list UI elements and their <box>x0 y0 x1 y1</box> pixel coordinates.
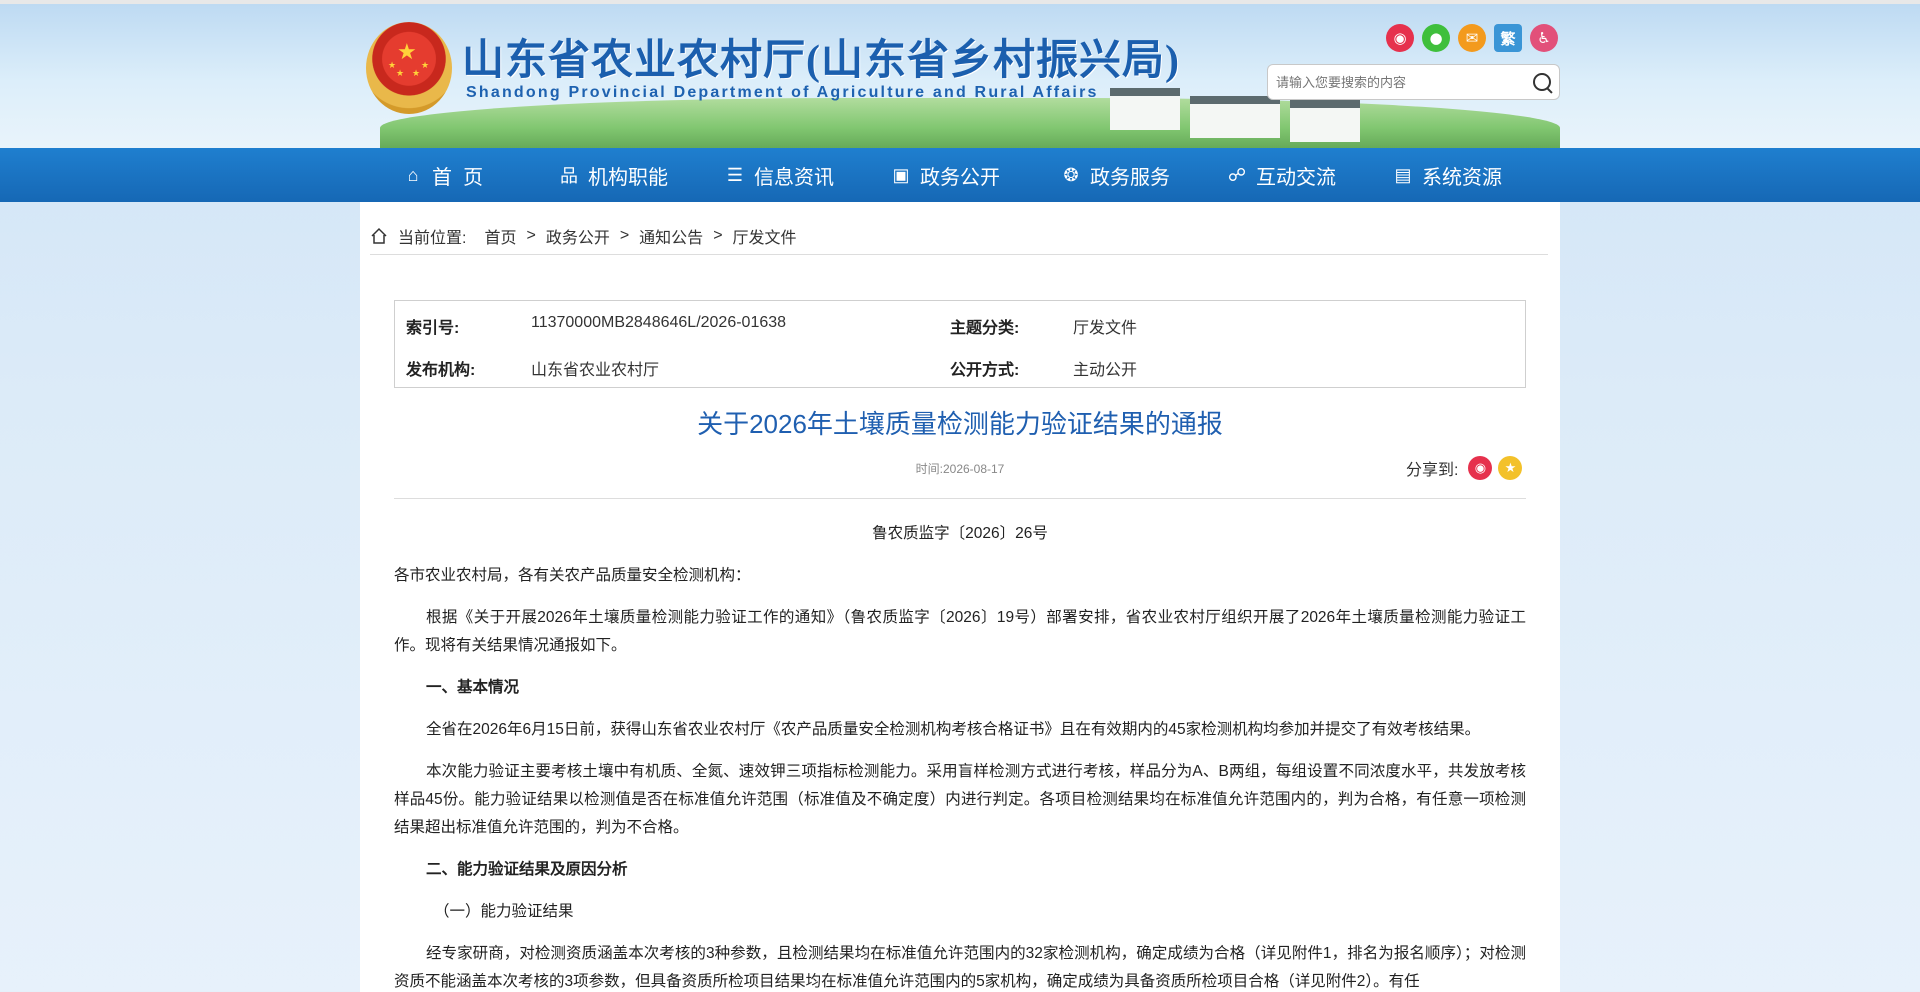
share-weibo-icon[interactable]: ◉ <box>1468 456 1493 480</box>
header-banner-building <box>1290 100 1360 142</box>
search-input[interactable] <box>1268 67 1525 97</box>
nav-item-label: 政务服务 <box>1090 166 1170 189</box>
breadcrumb: 当前位置: 首页 > 政务公开 > 通知公告 > 厅发文件 <box>370 222 797 250</box>
document-meta-box: 索引号: 11370000MB2848646L/2026-01638 主题分类:… <box>394 300 1526 388</box>
search-icon[interactable] <box>1525 65 1559 99</box>
archive-icon: ▣ <box>892 164 910 185</box>
home-icon <box>370 227 388 245</box>
emblem-star-icon: ★ <box>397 40 417 65</box>
article-body: 鲁农质监字〔2026〕26号 各市农业农村局，各有关农产品质量安全检测机构： 根… <box>394 520 1526 992</box>
paragraph: 根据《关于开展2026年土壤质量检测能力验证工作的通知》（鲁农质监字〔2026〕… <box>394 609 1526 654</box>
nav-item-label: 政务公开 <box>920 166 1000 189</box>
top-border <box>0 0 1920 4</box>
chat-icon: ☍ <box>1227 164 1247 185</box>
breadcrumb-link-disclosure[interactable]: 政务公开 <box>546 224 610 248</box>
disclosure-value: 主动公开 <box>1073 362 1138 379</box>
disclosure-label: 公开方式: <box>950 362 1020 379</box>
share-label: 分享到: <box>1406 462 1459 479</box>
weibo-icon[interactable]: ◉ <box>1386 24 1414 52</box>
content-panel: 当前位置: 首页 > 政务公开 > 通知公告 > 厅发文件 索引号: 11370… <box>360 202 1560 992</box>
search-box <box>1267 64 1560 100</box>
site-header: ★ ★ ★ ★ ★ 山东省农业农村厅(山东省乡村振兴局) Shandong Pr… <box>0 0 1920 148</box>
topic-value: 厅发文件 <box>1073 320 1138 337</box>
header-banner-fields <box>380 98 1560 148</box>
nav-item-resources[interactable]: ▤ 系统资源 <box>1392 148 1542 202</box>
nav-item-label: 首 页 <box>432 166 484 189</box>
header-banner-building <box>1110 88 1180 130</box>
breadcrumb-separator: > <box>713 227 723 244</box>
main-nav: ⌂ 首 页 品 机构职能 ☰ 信息资讯 ▣ 政务公开 ❂ 政务服务 ☍ 互动交流… <box>0 148 1920 202</box>
index-value: 11370000MB2848646L/2026-01638 <box>531 314 787 331</box>
breadcrumb-prefix: 当前位置: <box>398 230 467 247</box>
mail-icon[interactable]: ✉ <box>1458 24 1486 52</box>
traditional-chinese-toggle[interactable]: 繁 <box>1494 24 1522 52</box>
salutation: 各市农业农村局，各有关农产品质量安全检测机构： <box>394 567 751 584</box>
nav-item-home[interactable]: ⌂ 首 页 <box>402 148 558 202</box>
nav-item-news[interactable]: ☰ 信息资讯 <box>724 148 890 202</box>
service-icon: ❂ <box>1063 164 1079 185</box>
section-heading: 一、基本情况 <box>426 679 520 696</box>
accessibility-icon[interactable]: ♿ <box>1530 24 1558 52</box>
emblem-star-icon: ★ <box>421 61 430 71</box>
emblem-star-icon: ★ <box>412 69 421 79</box>
nav-item-label: 互动交流 <box>1256 166 1336 189</box>
paragraph: 全省在2026年6月15日前，获得山东省农业农村厅《农产品质量安全检测机构考核合… <box>426 721 1481 738</box>
breadcrumb-link-notices[interactable]: 通知公告 <box>639 224 703 248</box>
wechat-icon[interactable]: ● <box>1422 24 1450 52</box>
nav-item-disclosure[interactable]: ▣ 政务公开 <box>890 148 1060 202</box>
emblem-star-icon: ★ <box>388 61 397 71</box>
paragraph: 经专家研商，对检测资质涵盖本次考核的3种参数，且检测结果均在标准值允许范围内的3… <box>394 945 1526 990</box>
topic-label: 主题分类: <box>950 320 1020 337</box>
header-banner-building <box>1190 96 1280 138</box>
nav-item-org[interactable]: 品 机构职能 <box>558 148 724 202</box>
nav-item-label: 信息资讯 <box>754 166 834 189</box>
share-favorite-icon[interactable]: ★ <box>1498 456 1523 480</box>
article-title: 关于2026年土壤质量检测能力验证结果的通报 <box>697 409 1223 439</box>
breadcrumb-separator: > <box>526 227 536 244</box>
breadcrumb-link-dept-files[interactable]: 厅发文件 <box>733 224 797 248</box>
home-icon: ⌂ <box>407 164 419 185</box>
nav-item-interaction[interactable]: ☍ 互动交流 <box>1226 148 1392 202</box>
section-heading: 二、能力验证结果及原因分析 <box>426 861 628 878</box>
paragraph: 本次能力验证主要考核土壤中有机质、全氮、速效钾三项指标检测能力。采用盲样检测方式… <box>394 763 1526 836</box>
nav-item-service[interactable]: ❂ 政务服务 <box>1060 148 1226 202</box>
emblem-star-icon: ★ <box>396 69 405 79</box>
site-title[interactable]: 山东省农业农村厅(山东省乡村振兴局) <box>462 26 1180 87</box>
article-time: 时间:2026-08-17 <box>915 462 1005 476</box>
nav-item-label: 系统资源 <box>1422 166 1502 189</box>
publisher-value: 山东省农业农村厅 <box>531 362 660 379</box>
nav-item-label: 机构职能 <box>588 166 668 189</box>
share-bar: 分享到: ◉ ★ <box>1406 456 1523 480</box>
national-emblem-logo[interactable]: ★ ★ ★ ★ ★ <box>366 22 452 114</box>
breadcrumb-link-home[interactable]: 首页 <box>484 224 516 248</box>
publisher-label: 发布机构: <box>406 362 476 379</box>
divider <box>394 498 1526 499</box>
index-label: 索引号: <box>406 320 460 337</box>
org-icon: 品 <box>560 166 578 186</box>
divider <box>370 254 1548 255</box>
document-number: 鲁农质监字〔2026〕26号 <box>872 525 1048 542</box>
meta-row: 索引号: 11370000MB2848646L/2026-01638 主题分类:… <box>395 303 1525 343</box>
document-icon: ☰ <box>726 164 744 185</box>
subsection-heading: （一）能力验证结果 <box>434 903 574 920</box>
meta-row: 发布机构: 山东省农业农村厅 公开方式: 主动公开 <box>395 345 1525 385</box>
social-icon-bar: ◉ ● ✉ 繁 ♿ <box>1386 24 1558 52</box>
site-subtitle: Shandong Provincial Department of Agricu… <box>466 84 1099 101</box>
breadcrumb-separator: > <box>619 227 630 244</box>
resource-icon: ▤ <box>1394 164 1412 185</box>
